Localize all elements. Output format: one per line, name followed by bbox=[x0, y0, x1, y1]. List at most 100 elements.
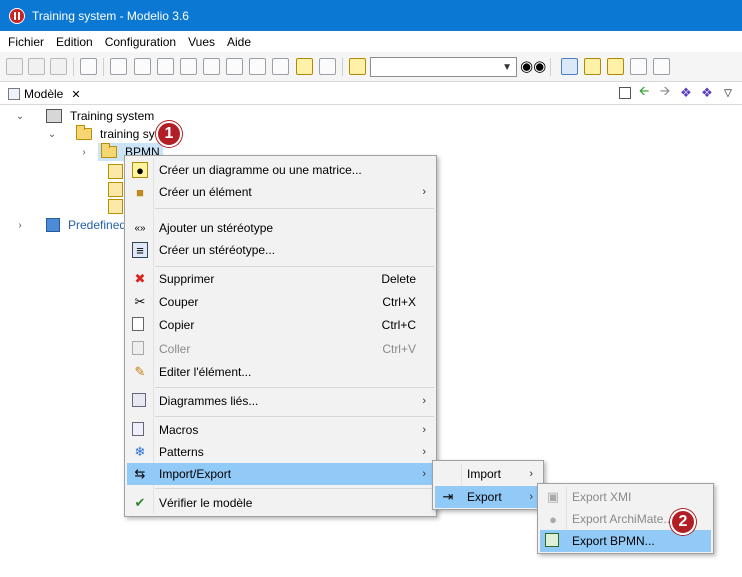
grid-view-icon[interactable] bbox=[653, 58, 670, 75]
archimate-icon: ● bbox=[549, 511, 557, 527]
modelio-app-icon bbox=[9, 7, 25, 24]
tree-item-predefined[interactable]: › Predefined bbox=[14, 216, 126, 234]
window-title: Training system - Modelio 3.6 bbox=[32, 8, 189, 23]
class-diagram-icon[interactable] bbox=[157, 58, 174, 75]
edit-icon: ✎ bbox=[134, 364, 146, 379]
menu-item-edit-element[interactable]: ✎ Editer l'élément... bbox=[127, 361, 434, 383]
chevron-right-icon: › bbox=[422, 395, 426, 407]
step-marker-one: 1 bbox=[156, 121, 182, 147]
bpmn-diagram-icon bbox=[108, 181, 123, 197]
view-menu-icon[interactable]: ▽ bbox=[720, 85, 736, 101]
export-icon: ⇥ bbox=[442, 489, 454, 504]
stereotype-new-icon: ≡ bbox=[132, 242, 148, 258]
chevron-down-icon[interactable]: ⌄ bbox=[46, 129, 58, 140]
model-tree-icon bbox=[8, 88, 20, 100]
menu-item-import-export[interactable]: ⇆ Import/Export › bbox=[127, 463, 434, 485]
menu-item-check-model[interactable]: ✔ Vérifier le modèle bbox=[127, 492, 434, 514]
tree-label-training: training sy bbox=[100, 127, 155, 141]
stereotype-icon: «» bbox=[134, 222, 146, 234]
usecase-diagram-icon[interactable] bbox=[134, 58, 151, 75]
menu-item-linked-diagrams[interactable]: Diagrammes liés... › bbox=[127, 390, 434, 412]
activity-diagram-icon[interactable] bbox=[249, 58, 266, 75]
deployment-diagram-icon[interactable] bbox=[319, 58, 336, 75]
check-model-icon: ✔ bbox=[134, 495, 146, 510]
close-icon[interactable]: ✕ bbox=[71, 88, 80, 101]
tree-item-diagram[interactable] bbox=[108, 162, 123, 180]
search-combo[interactable]: ▼ bbox=[370, 57, 517, 77]
menu-edition[interactable]: Edition bbox=[50, 35, 99, 49]
macro-icon bbox=[132, 422, 144, 436]
project-icon bbox=[46, 109, 62, 123]
predefined-types-icon bbox=[46, 218, 60, 232]
tree-item-diagram[interactable] bbox=[108, 197, 123, 215]
menu-item-paste[interactable]: Coller Ctrl+V bbox=[127, 338, 434, 360]
toolbar-separator bbox=[550, 58, 551, 76]
copy-icon bbox=[132, 317, 144, 331]
tree-item-diagram[interactable] bbox=[108, 180, 123, 198]
menu-fichier[interactable]: Fichier bbox=[2, 35, 50, 49]
menu-item-create-diagram[interactable]: ● Créer un diagramme ou une matrice... bbox=[127, 159, 434, 181]
chevron-right-icon[interactable]: › bbox=[78, 147, 90, 158]
graph-view-icon[interactable] bbox=[607, 58, 624, 75]
menu-item-add-stereotype[interactable]: «» Ajouter un stéréotype bbox=[127, 217, 434, 239]
context-menu: ● Créer un diagramme ou une matrice... ■… bbox=[124, 155, 437, 517]
menu-vues[interactable]: Vues bbox=[182, 35, 221, 49]
bpmn-diagram-icon[interactable] bbox=[296, 58, 313, 75]
menu-item-patterns[interactable]: ❄ Patterns › bbox=[127, 441, 434, 463]
menu-item-import[interactable]: Import › bbox=[435, 463, 541, 485]
package-diagram-icon[interactable] bbox=[180, 58, 197, 75]
menu-item-macros[interactable]: Macros › bbox=[127, 419, 434, 441]
xmi-icon: ▣ bbox=[546, 489, 560, 504]
save-icon[interactable] bbox=[6, 58, 23, 75]
chevron-right-icon: › bbox=[422, 186, 426, 198]
step-marker-two: 2 bbox=[670, 509, 696, 535]
chevron-right-icon: › bbox=[529, 491, 533, 503]
menu-configuration[interactable]: Configuration bbox=[99, 35, 182, 49]
menu-aide[interactable]: Aide bbox=[221, 35, 257, 49]
chevron-right-icon[interactable]: › bbox=[14, 220, 26, 231]
tools-icon[interactable] bbox=[80, 58, 97, 75]
link-right-icon[interactable]: ❖ bbox=[699, 85, 715, 101]
menu-item-delete[interactable]: ✖ Supprimer Delete bbox=[127, 268, 434, 290]
tab-label: Modèle bbox=[24, 87, 64, 101]
back-arrow-icon[interactable]: 🡨 bbox=[636, 83, 652, 101]
menu-item-export[interactable]: ⇥ Export › bbox=[435, 486, 541, 508]
toolbar-separator bbox=[73, 58, 74, 76]
forward-arrow-icon[interactable]: 🡪 bbox=[657, 83, 673, 101]
state-diagram-icon[interactable] bbox=[226, 58, 243, 75]
tree-label-predefined: Predefined bbox=[68, 218, 127, 232]
menu-item-export-xmi[interactable]: ▣ Export XMI bbox=[540, 486, 711, 508]
menu-bar: Fichier Edition Configuration Vues Aide bbox=[0, 31, 742, 52]
link-left-icon[interactable]: ❖ bbox=[678, 85, 694, 101]
menu-item-create-element[interactable]: ■ Créer un élément › bbox=[127, 181, 434, 203]
chevron-down-icon[interactable]: ⌄ bbox=[14, 111, 26, 122]
menu-separator bbox=[155, 416, 434, 417]
tab-modele[interactable]: Modèle ✕ bbox=[4, 84, 85, 104]
sequence-diagram-icon[interactable] bbox=[272, 58, 289, 75]
chevron-right-icon: › bbox=[422, 446, 426, 458]
redo-icon[interactable] bbox=[50, 58, 67, 75]
menu-item-cut[interactable]: ✂ Couper Ctrl+X bbox=[127, 291, 434, 313]
bpmn-diagram-icon bbox=[108, 198, 123, 214]
folder-icon bbox=[101, 143, 117, 158]
chevron-down-icon[interactable]: ▼ bbox=[502, 62, 512, 73]
binoculars-icon[interactable]: ◉◉ bbox=[520, 57, 546, 75]
undo-icon[interactable] bbox=[28, 58, 45, 75]
bpmn-export-icon bbox=[545, 533, 559, 547]
tree-item-training[interactable]: ⌄ training sy bbox=[46, 125, 155, 143]
lightbulb-icon[interactable] bbox=[349, 58, 366, 75]
tree-item-root[interactable]: ⌄ Training system bbox=[14, 107, 154, 125]
menu-separator bbox=[155, 387, 434, 388]
folder-open-icon[interactable] bbox=[561, 58, 578, 75]
model-panel-header: Modèle ✕ 🡨 🡪 ❖ ❖ ▽ bbox=[0, 82, 742, 105]
component-diagram-icon[interactable] bbox=[203, 58, 220, 75]
matrix-view-icon[interactable] bbox=[630, 58, 647, 75]
snowflake-icon: ❄ bbox=[134, 444, 146, 459]
menu-item-copy[interactable]: Copier Ctrl+C bbox=[127, 314, 434, 336]
model-view-icon[interactable] bbox=[584, 58, 601, 75]
collapse-all-icon[interactable] bbox=[619, 87, 631, 99]
menu-item-create-stereotype[interactable]: ≡ Créer un stéréotype... bbox=[127, 239, 434, 261]
menu-separator bbox=[155, 266, 434, 267]
actor-icon[interactable] bbox=[110, 58, 127, 75]
paste-icon bbox=[132, 341, 144, 355]
